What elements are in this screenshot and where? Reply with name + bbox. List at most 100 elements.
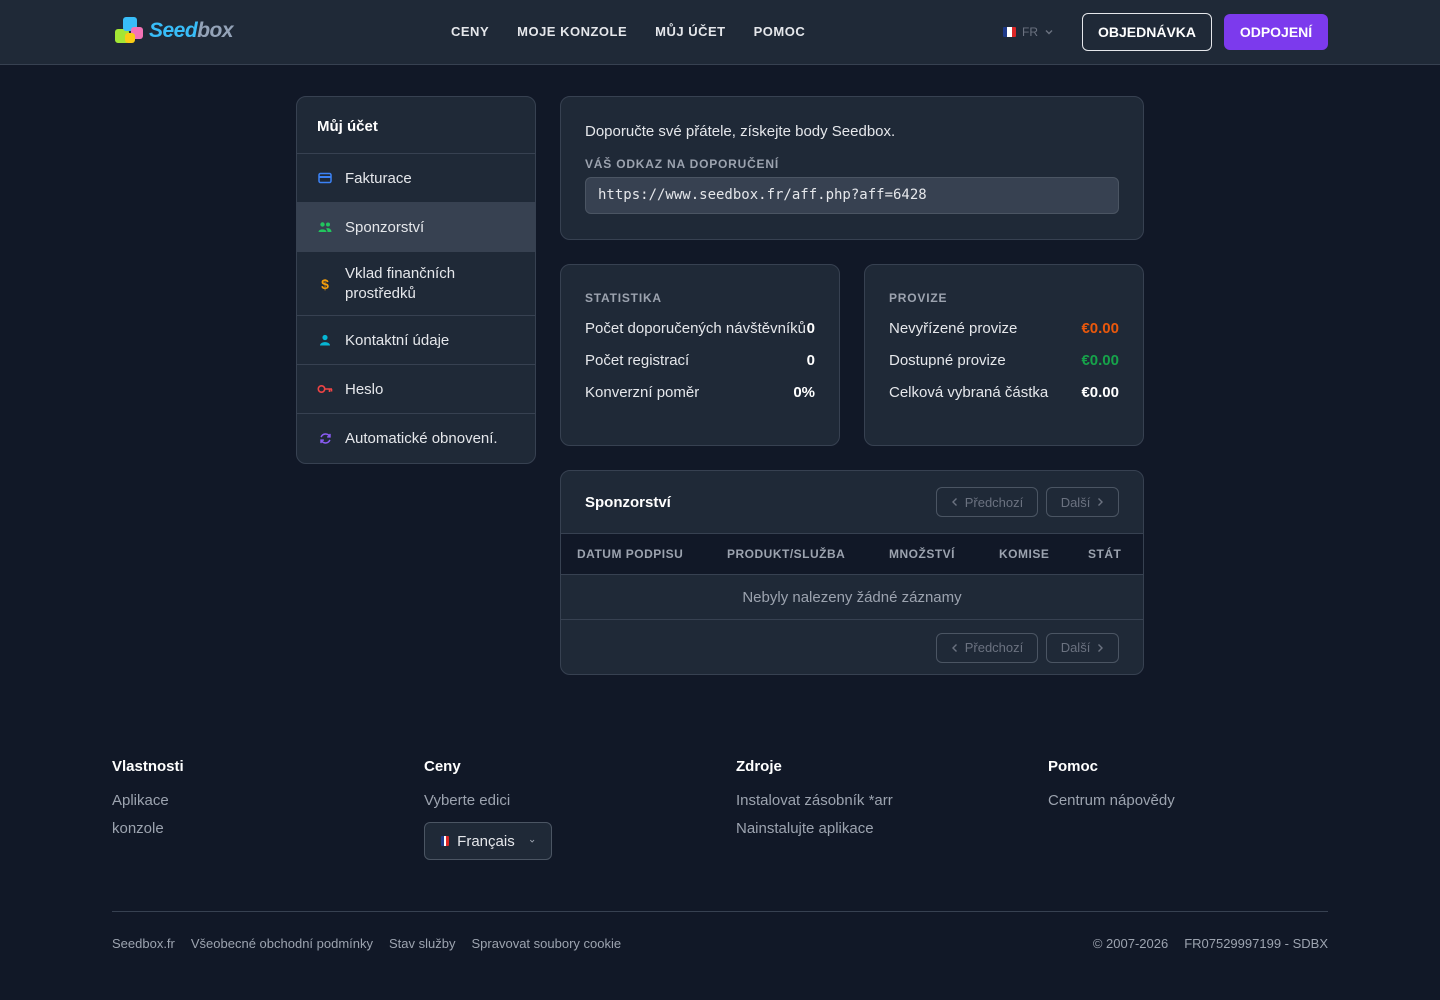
next-button[interactable]: Další — [1046, 632, 1119, 663]
footer-column-help: Pomoc Centrum nápovědy — [1048, 758, 1338, 820]
column-header[interactable]: STÁT — [1088, 547, 1121, 561]
sidebar-title: Můj účet — [297, 97, 535, 154]
footer-column-title: Ceny — [424, 758, 461, 775]
column-header[interactable]: MNOŽSTVÍ — [889, 547, 999, 561]
sidebar-item-label: Fakturace — [345, 169, 412, 187]
company-id: FR07529997199 - SDBX — [1184, 936, 1328, 951]
sidebar-item-billing[interactable]: Fakturace — [297, 154, 535, 203]
next-button[interactable]: Další — [1046, 487, 1119, 517]
key-icon — [317, 381, 333, 397]
order-button[interactable]: OBJEDNÁVKA — [1082, 13, 1212, 51]
footer-link[interactable]: Vyberte edici — [424, 792, 714, 810]
sidebar-item-auto-renewal[interactable]: Automatické obnovení. — [297, 414, 535, 463]
sidebar-item-label: Kontaktní údaje — [345, 331, 450, 349]
statistics-title: STATISTIKA — [585, 291, 662, 305]
top-header: Seedbox CENY MOJE KONZOLE MŮJ ÚČET POMOC… — [0, 0, 1440, 65]
nav-help[interactable]: POMOC — [754, 24, 806, 39]
commission-value: €0.00 — [1081, 384, 1119, 401]
footer-link[interactable]: Nainstalujte aplikace — [736, 820, 1026, 838]
referral-intro: Doporučte své přátele, získejte body See… — [585, 123, 896, 140]
nav-my-consoles[interactable]: MOJE KONZOLE — [517, 24, 627, 39]
sidebar-item-sponsorship[interactable]: Sponzorství — [297, 203, 535, 252]
referral-link-field[interactable]: https://www.seedbox.fr/aff.php?aff=6428 — [585, 177, 1119, 214]
sidebar-item-deposit[interactable]: $ Vklad finančních prostředků — [297, 252, 535, 316]
footer-column-features: Vlastnosti Aplikace konzole — [112, 758, 402, 848]
sidebar-item-contact-details[interactable]: Kontaktní údaje — [297, 316, 535, 365]
logo-cubes-icon — [113, 15, 149, 47]
footer-bottom-link[interactable]: Stav služby — [389, 936, 455, 951]
nav-my-account[interactable]: MŮJ ÚČET — [655, 24, 725, 39]
footer-bottom-links: Seedbox.fr Všeobecné obchodní podmínky S… — [112, 936, 621, 951]
nav-pricing[interactable]: CENY — [451, 24, 489, 39]
footer-link[interactable]: Instalovat zásobník *arr — [736, 792, 1026, 810]
footer-column-pricing: Ceny Vyberte edici Français — [424, 758, 714, 860]
commission-label: Dostupné provize — [889, 352, 1006, 369]
table-footer-bar: Předchozí Další — [561, 620, 1143, 674]
seedbox-logo[interactable]: Seedbox — [113, 15, 245, 47]
account-sidebar: Můj účet Fakturace Sponzorství $ Vklad f… — [296, 96, 536, 464]
footer-bottom-link[interactable]: Všeobecné obchodní podmínky — [191, 936, 373, 951]
footer-bottom-link[interactable]: Seedbox.fr — [112, 936, 175, 951]
table-header-bar: Sponzorství Předchozí Další — [561, 471, 1143, 534]
next-label: Další — [1060, 640, 1091, 655]
next-label: Další — [1060, 494, 1091, 510]
stat-label: Počet registrací — [585, 352, 690, 369]
commission-label: Celková vybraná částka — [889, 384, 1049, 401]
chevron-down-icon — [1045, 30, 1053, 35]
table-head: DATUM PODPISU PRODUKT/SLUŽBA MNOŽSTVÍ KO… — [561, 534, 1143, 575]
footer-link[interactable]: konzole — [112, 820, 402, 838]
table-title: Sponzorství — [585, 493, 671, 511]
commission-value: €0.00 — [1081, 352, 1119, 369]
commission-row: Dostupné provize €0.00 — [889, 353, 1119, 369]
commission-value: €0.00 — [1081, 320, 1119, 337]
main-nav: CENY MOJE KONZOLE MŮJ ÚČET POMOC — [451, 24, 805, 39]
stat-label: Počet doporučených návštěvníků — [585, 320, 806, 337]
logout-button[interactable]: ODPOJENÍ — [1224, 14, 1328, 50]
language-select[interactable]: Français — [424, 822, 552, 860]
pagination-bottom: Předchozí Další — [936, 632, 1119, 663]
user-icon — [317, 332, 333, 348]
column-header[interactable]: PRODUKT/SLUŽBA — [727, 547, 889, 561]
stat-row: Počet registrací 0 — [585, 353, 815, 369]
footer-divider — [112, 911, 1328, 912]
column-header[interactable]: DATUM PODPISU — [577, 547, 727, 561]
stat-value: 0 — [806, 320, 815, 337]
footer-bottom-link[interactable]: Spravovat soubory cookie — [472, 936, 622, 951]
footer-column-title: Zdroje — [736, 758, 782, 775]
dollar-icon: $ — [321, 275, 329, 292]
sidebar-item-label: Automatické obnovení. — [345, 430, 498, 447]
footer-link[interactable]: Aplikace — [112, 792, 402, 810]
footer-link[interactable]: Centrum nápovědy — [1048, 792, 1338, 810]
chevron-right-icon — [1098, 498, 1104, 506]
stat-value: 0 — [806, 352, 815, 369]
footer-column-resources: Zdroje Instalovat zásobník *arr Nainstal… — [736, 758, 1026, 848]
referral-link-label: VÁŠ ODKAZ NA DOPORUČENÍ — [585, 157, 779, 171]
language-switcher[interactable]: FR — [1003, 25, 1054, 39]
credit-card-icon — [317, 170, 333, 186]
stat-value: 0% — [793, 384, 815, 401]
language-code: FR — [1022, 25, 1038, 39]
commissions-title: PROVIZE — [889, 291, 948, 305]
french-flag-icon — [1003, 27, 1016, 37]
french-flag-icon — [441, 836, 450, 846]
logo-text: Seedbox — [149, 19, 234, 42]
stat-row: Konverzní poměr 0% — [585, 385, 815, 401]
copyright: © 2007-2026 — [1092, 936, 1169, 951]
commission-row: Nevyřízené provize €0.00 — [889, 321, 1119, 337]
footer-legal: © 2007-2026 FR07529997199 - SDBX — [1093, 936, 1328, 951]
sidebar-item-label: Vklad finančních prostředků — [345, 264, 456, 302]
column-header[interactable]: KOMISE — [999, 547, 1088, 561]
language-select-value: Français — [457, 832, 515, 850]
footer-column-title: Pomoc — [1048, 758, 1099, 775]
referral-card: Doporučte své přátele, získejte body See… — [560, 96, 1144, 240]
sidebar-item-password[interactable]: Heslo — [297, 365, 535, 414]
statistics-card: STATISTIKA Počet doporučených návštěvník… — [560, 264, 840, 446]
commission-row: Celková vybraná částka €0.00 — [889, 385, 1119, 401]
chevron-down-icon — [529, 839, 535, 843]
sidebar-item-label: Sponzorství — [345, 218, 425, 236]
previous-button[interactable]: Předchozí — [936, 487, 1038, 517]
previous-label: Předchozí — [964, 494, 1024, 510]
footer-column-title: Vlastnosti — [112, 758, 184, 775]
sidebar-item-label: Heslo — [345, 380, 384, 398]
previous-button[interactable]: Předchozí — [936, 632, 1038, 663]
